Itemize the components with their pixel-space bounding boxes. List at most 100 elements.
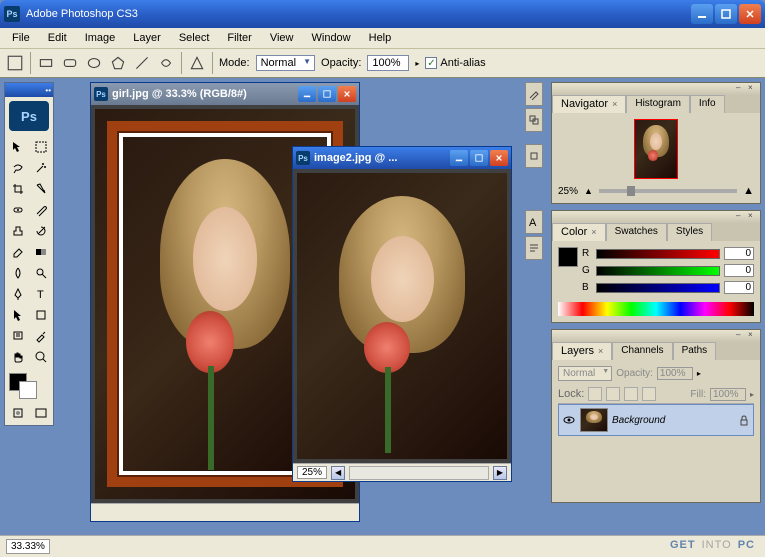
history-brush-tool-icon[interactable] (30, 221, 52, 241)
dock-clone-icon[interactable] (525, 108, 543, 132)
document-canvas[interactable] (293, 169, 511, 463)
doc-minimize-button[interactable] (450, 150, 468, 166)
notes-tool-icon[interactable] (7, 326, 29, 346)
doc-close-button[interactable] (490, 150, 508, 166)
dock-brushes-icon[interactable] (525, 82, 543, 106)
background-color-swatch[interactable] (19, 381, 37, 399)
panel-close-icon[interactable]: × (748, 330, 758, 340)
menu-edit[interactable]: Edit (40, 30, 75, 46)
blend-mode-select[interactable]: Normal (558, 366, 612, 381)
menu-view[interactable]: View (262, 30, 302, 46)
close-button[interactable] (739, 4, 761, 24)
opacity-flyout-icon[interactable]: ▸ (415, 59, 419, 68)
navigator-thumbnail[interactable] (634, 119, 678, 179)
scroll-left-icon[interactable]: ◀ (331, 466, 345, 480)
g-value-input[interactable]: 0 (724, 264, 754, 277)
pen-tool-icon[interactable] (7, 284, 29, 304)
marquee-tool-icon[interactable] (30, 137, 52, 157)
doc-close-button[interactable] (338, 86, 356, 102)
zoom-out-icon[interactable]: ▲ (584, 186, 593, 196)
tab-info[interactable]: Info (690, 95, 725, 113)
document-zoom-input[interactable]: 25% (297, 466, 327, 479)
tab-paths[interactable]: Paths (673, 342, 717, 360)
eraser-tool-icon[interactable] (7, 242, 29, 262)
r-value-input[interactable]: 0 (724, 247, 754, 260)
tab-styles[interactable]: Styles (667, 223, 712, 241)
shape-line-icon[interactable] (133, 54, 151, 72)
dodge-tool-icon[interactable] (30, 263, 52, 283)
navigator-zoom-value[interactable]: 25% (558, 186, 578, 197)
shape-pen-icon[interactable] (188, 54, 206, 72)
shape-tool-icon[interactable] (30, 305, 52, 325)
panel-close-icon[interactable]: × (748, 83, 758, 93)
shape-ellipse-icon[interactable] (85, 54, 103, 72)
blur-tool-icon[interactable] (7, 263, 29, 283)
horizontal-scrollbar[interactable] (349, 466, 489, 480)
zoom-tool-icon[interactable] (30, 347, 52, 367)
layer-row[interactable]: Background (558, 404, 754, 436)
toolbox-header[interactable]: •• (5, 83, 53, 97)
b-value-input[interactable]: 0 (724, 281, 754, 294)
r-slider[interactable] (596, 249, 720, 259)
quickmask-icon[interactable] (7, 403, 29, 423)
status-zoom-input[interactable]: 33.33% (6, 539, 50, 554)
dock-character-icon[interactable]: A (525, 210, 543, 234)
opacity-input[interactable]: 100% (367, 55, 409, 71)
lock-position-icon[interactable] (624, 387, 638, 401)
minimize-button[interactable] (691, 4, 713, 24)
opacity-flyout-icon[interactable]: ▸ (697, 369, 701, 378)
healing-tool-icon[interactable] (7, 200, 29, 220)
menu-filter[interactable]: Filter (219, 30, 259, 46)
shape-roundrect-icon[interactable] (61, 54, 79, 72)
menu-file[interactable]: File (4, 30, 38, 46)
g-slider[interactable] (596, 266, 720, 276)
layer-visibility-icon[interactable] (562, 413, 576, 427)
doc-maximize-button[interactable] (318, 86, 336, 102)
maximize-button[interactable] (715, 4, 737, 24)
lock-pixels-icon[interactable] (606, 387, 620, 401)
document-titlebar[interactable]: Ps girl.jpg @ 33.3% (RGB/8#) (91, 83, 359, 105)
stamp-tool-icon[interactable] (7, 221, 29, 241)
brush-tool-icon[interactable] (30, 200, 52, 220)
layer-name[interactable]: Background (612, 415, 734, 426)
doc-minimize-button[interactable] (298, 86, 316, 102)
menu-window[interactable]: Window (304, 30, 359, 46)
gradient-tool-icon[interactable] (30, 242, 52, 262)
color-spectrum[interactable] (558, 302, 754, 316)
move-tool-icon[interactable] (7, 137, 29, 157)
tab-histogram[interactable]: Histogram (626, 95, 690, 113)
slice-tool-icon[interactable] (30, 179, 52, 199)
shape-custom-icon[interactable] (157, 54, 175, 72)
tab-color[interactable]: Color× (552, 223, 606, 241)
scroll-right-icon[interactable]: ▶ (493, 466, 507, 480)
panel-collapse-icon[interactable]: – (736, 211, 746, 221)
shape-polygon-icon[interactable] (109, 54, 127, 72)
navigator-zoom-slider[interactable] (599, 189, 737, 193)
shape-rect-icon[interactable] (37, 54, 55, 72)
fill-input[interactable]: 100% (710, 388, 746, 401)
mode-select[interactable]: Normal (256, 55, 315, 71)
color-swatches[interactable] (5, 369, 53, 401)
path-select-tool-icon[interactable] (7, 305, 29, 325)
layer-thumbnail[interactable] (580, 408, 608, 432)
hand-tool-icon[interactable] (7, 347, 29, 367)
lock-transparency-icon[interactable] (588, 387, 602, 401)
panel-collapse-icon[interactable]: – (736, 330, 746, 340)
wand-tool-icon[interactable] (30, 158, 52, 178)
dock-tool-presets-icon[interactable] (525, 144, 543, 168)
tab-channels[interactable]: Channels (612, 342, 672, 360)
type-tool-icon[interactable]: T (30, 284, 52, 304)
eyedropper-tool-icon[interactable] (30, 326, 52, 346)
document-titlebar[interactable]: Ps image2.jpg @ ... (293, 147, 511, 169)
doc-maximize-button[interactable] (470, 150, 488, 166)
tool-preset-icon[interactable] (6, 54, 24, 72)
lock-all-icon[interactable] (642, 387, 656, 401)
tab-swatches[interactable]: Swatches (606, 223, 667, 241)
fill-flyout-icon[interactable]: ▸ (750, 390, 754, 399)
b-slider[interactable] (596, 283, 720, 293)
menu-select[interactable]: Select (171, 30, 218, 46)
dock-paragraph-icon[interactable] (525, 236, 543, 260)
tab-layers[interactable]: Layers× (552, 342, 612, 360)
antialias-checkbox[interactable]: ✓ (425, 57, 437, 69)
menu-help[interactable]: Help (361, 30, 400, 46)
